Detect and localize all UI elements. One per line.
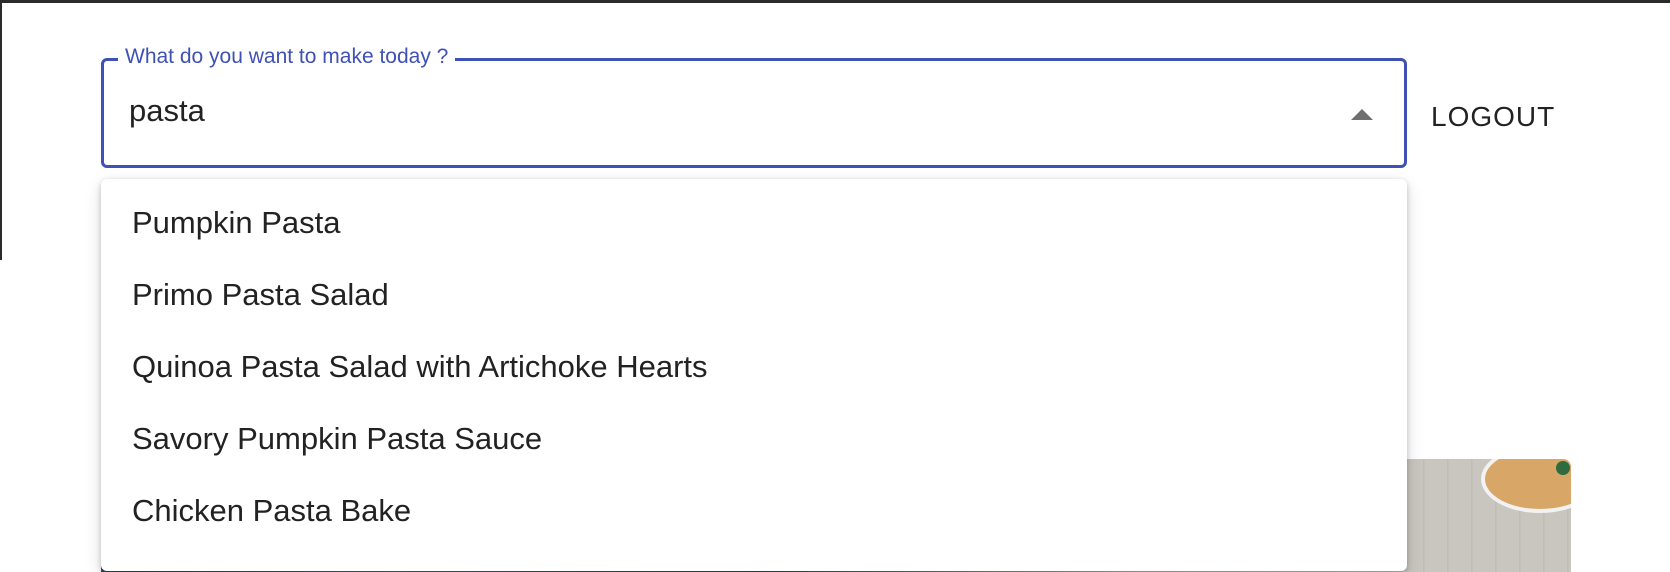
search-label: What do you want to make today ? — [118, 43, 456, 71]
recipe-search-autocomplete[interactable]: What do you want to make today ? — [101, 43, 1407, 168]
cookie-decoration-image — [1556, 461, 1570, 475]
window-left-edge — [0, 0, 2, 260]
logout-button[interactable]: LOGOUT — [1419, 93, 1567, 141]
option-primo-pasta-salad[interactable]: Primo Pasta Salad — [101, 259, 1407, 331]
option-quinoa-pasta-salad[interactable]: Quinoa Pasta Salad with Artichoke Hearts — [101, 331, 1407, 403]
autocomplete-options-list: Pumpkin Pasta Primo Pasta Salad Quinoa P… — [101, 179, 1407, 571]
search-input[interactable] — [129, 91, 1279, 131]
app-window: What do you want to make today ? LOGOUT … — [0, 0, 1670, 572]
arrow-drop-up-icon[interactable] — [1351, 109, 1373, 120]
window-top-edge — [0, 0, 1670, 3]
option-pumpkin-pasta[interactable]: Pumpkin Pasta — [101, 187, 1407, 259]
option-chicken-pasta-bake[interactable]: Chicken Pasta Bake — [101, 475, 1407, 547]
option-savory-pumpkin-pasta-sauce[interactable]: Savory Pumpkin Pasta Sauce — [101, 403, 1407, 475]
